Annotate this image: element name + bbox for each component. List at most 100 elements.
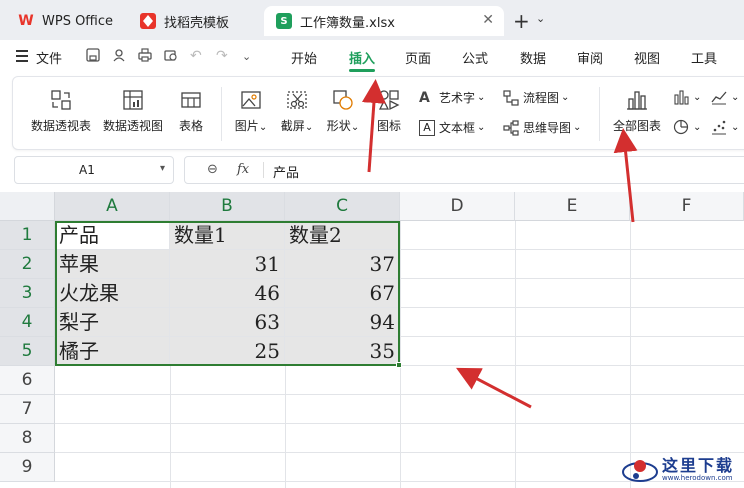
column-header-b[interactable]: B: [170, 192, 285, 221]
watermark: 这里下载 www.herodown.com: [620, 448, 744, 488]
column-header-c[interactable]: C: [285, 192, 400, 221]
watermark-title: 这里下载: [662, 456, 735, 475]
icon-label: 图标: [376, 119, 401, 133]
file-menu[interactable]: 文件: [36, 48, 62, 67]
pie-chart-icon: [673, 119, 689, 135]
column-chart-button[interactable]: ⌄: [673, 89, 701, 105]
mindmap-button[interactable]: 思维导图 ⌄: [503, 119, 581, 136]
tab-bar: W WPS Office 找稻壳模板 S 工作簿数量.xlsx ✕ + ⌄: [0, 0, 744, 40]
table-button[interactable]: 表格: [173, 89, 209, 134]
icon-library-icon: [378, 90, 400, 111]
picture-button[interactable]: 图片⌄: [231, 89, 271, 134]
ribbon-separator: [221, 87, 222, 141]
pivot-table-button[interactable]: 数据透视表: [29, 89, 93, 134]
watermark-logo-icon: [622, 460, 658, 482]
redo-icon[interactable]: ↷: [216, 48, 228, 64]
wordart-icon: A: [419, 89, 430, 106]
tab-template[interactable]: 找稻壳模板: [128, 6, 258, 36]
tab-list-caret-icon[interactable]: ⌄: [536, 12, 545, 25]
row-header-2[interactable]: 2: [0, 250, 55, 279]
name-box-dropdown-icon[interactable]: ▾: [160, 163, 165, 174]
pivot-chart-button[interactable]: 数据透视图: [101, 89, 165, 134]
shape-button[interactable]: 形状⌄: [323, 89, 363, 134]
line-chart-button[interactable]: ⌄: [711, 89, 739, 105]
wordart-dropdown-icon: ⌄: [477, 92, 486, 103]
picture-icon: [241, 91, 261, 109]
close-tab-icon[interactable]: ✕: [482, 12, 494, 28]
save-icon[interactable]: [86, 48, 100, 66]
icon-button[interactable]: 图标: [369, 89, 409, 134]
name-box-value: A1: [79, 163, 95, 177]
fx-icon[interactable]: fx: [237, 162, 249, 177]
tab-data[interactable]: 数据: [520, 48, 546, 67]
row-header-6[interactable]: 6: [0, 366, 55, 395]
formula-content[interactable]: 产品: [273, 162, 299, 181]
textbox-dropdown-icon: ⌄: [477, 122, 486, 133]
textbox-button[interactable]: A 文本框 ⌄: [419, 119, 485, 136]
zoom-magnifier-icon[interactable]: ⊖: [207, 162, 218, 177]
undo-icon[interactable]: ↶: [190, 48, 202, 64]
ribbon-panel: 数据透视表 数据透视图 表格 图片⌄ 截屏⌄ 形状⌄ 图标 A 艺术字 ⌄ A …: [12, 76, 744, 150]
scatter-chart-dropdown-icon: ⌄: [731, 121, 740, 133]
spreadsheet-grid: A B C D E F 1 2 3 4 5 6 7 8 9 产品 数量1 数量2…: [0, 192, 744, 488]
menu-bar: 文件 ↶ ↷ ⌄ 开始 插入 页面 公式 数据 审阅 视图 工具: [0, 40, 744, 74]
name-box[interactable]: A1 ▾: [14, 156, 174, 184]
column-header-f[interactable]: F: [630, 192, 744, 221]
new-tab-button[interactable]: +: [513, 9, 530, 33]
bar-chart-icon: [627, 91, 647, 110]
share-icon[interactable]: [112, 48, 126, 66]
tab-start[interactable]: 开始: [291, 48, 317, 67]
row-header-7[interactable]: 7: [0, 395, 55, 424]
column-chart-dropdown-icon: ⌄: [693, 91, 702, 103]
tab-insert[interactable]: 插入: [349, 48, 375, 67]
pie-chart-button[interactable]: ⌄: [673, 119, 701, 135]
select-all-corner[interactable]: [0, 192, 55, 221]
row-header-3[interactable]: 3: [0, 279, 55, 308]
ribbon-separator: [599, 87, 600, 141]
wps-logo-icon: W: [18, 13, 34, 29]
all-charts-button[interactable]: 全部图表: [607, 89, 667, 134]
formula-bar[interactable]: ⊖ fx 产品: [184, 156, 744, 184]
column-header-e[interactable]: E: [515, 192, 630, 221]
scissors-icon: [287, 91, 307, 109]
row-header-5[interactable]: 5: [0, 337, 55, 366]
tab-formula[interactable]: 公式: [462, 48, 488, 67]
hamburger-menu-icon[interactable]: [16, 50, 28, 62]
tab-review[interactable]: 审阅: [577, 48, 603, 67]
line-chart-icon: [711, 91, 727, 105]
pivot-chart-label: 数据透视图: [102, 119, 163, 133]
pivot-table-icon: [51, 90, 71, 110]
row-header-8[interactable]: 8: [0, 424, 55, 453]
row-header-9[interactable]: 9: [0, 453, 55, 482]
row-header-1[interactable]: 1: [0, 221, 55, 250]
quick-access-more-icon[interactable]: ⌄: [242, 50, 251, 63]
scatter-chart-button[interactable]: ⌄: [711, 119, 739, 135]
print-preview-icon[interactable]: [164, 48, 178, 66]
print-icon[interactable]: [138, 48, 152, 66]
column-header-d[interactable]: D: [400, 192, 515, 221]
row-header-4[interactable]: 4: [0, 308, 55, 337]
tab-page[interactable]: 页面: [405, 48, 431, 67]
wordart-button[interactable]: A 艺术字 ⌄: [419, 89, 485, 106]
tab-view[interactable]: 视图: [634, 48, 660, 67]
tab-tools[interactable]: 工具: [691, 48, 717, 67]
pivot-table-label: 数据透视表: [30, 119, 91, 133]
tab-workbook[interactable]: S 工作簿数量.xlsx ✕: [264, 6, 504, 36]
all-charts-label: 全部图表: [612, 119, 661, 133]
flowchart-label: 流程图: [523, 91, 560, 105]
watermark-url: www.herodown.com: [662, 474, 733, 482]
textbox-label: 文本框: [439, 121, 476, 135]
scatter-chart-icon: [712, 120, 726, 135]
shape-label: 形状⌄: [326, 119, 360, 133]
shape-icon: [333, 90, 353, 110]
tab-template-label: 找稻壳模板: [164, 15, 230, 31]
column-header-a[interactable]: A: [55, 192, 170, 221]
flowchart-button[interactable]: 流程图 ⌄: [503, 89, 569, 106]
fill-handle[interactable]: [396, 362, 402, 368]
spreadsheet-icon: S: [276, 13, 292, 29]
mindmap-dropdown-icon: ⌄: [573, 122, 582, 133]
screenshot-button[interactable]: 截屏⌄: [277, 89, 317, 134]
tab-wps-office[interactable]: W WPS Office: [6, 6, 122, 36]
formula-divider: [263, 162, 264, 178]
picture-label: 图片⌄: [234, 119, 268, 133]
